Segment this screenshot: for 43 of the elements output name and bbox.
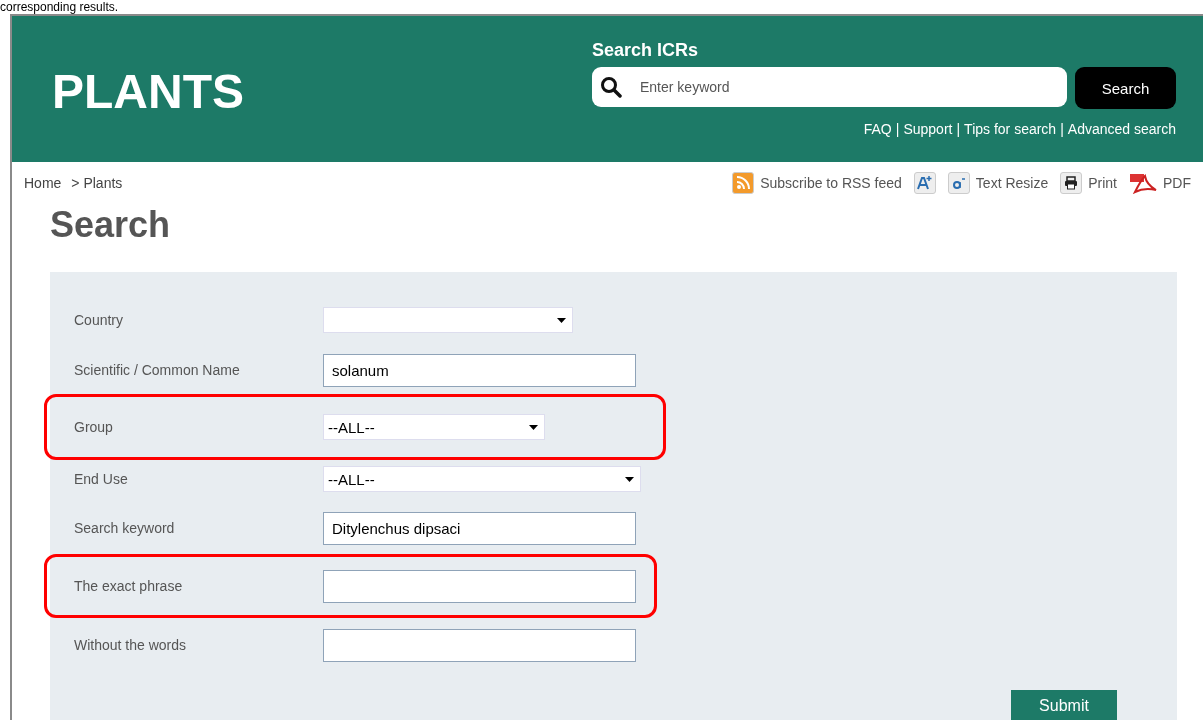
page-title: Search: [50, 204, 172, 246]
field-label: The exact phrase: [74, 578, 184, 594]
field-label: Country: [74, 312, 125, 328]
pdf-icon: [1129, 172, 1157, 194]
toolbar-link[interactable]: PDF: [1129, 172, 1191, 194]
breadcrumb-link[interactable]: Home: [24, 175, 62, 191]
search-button[interactable]: Search: [1075, 67, 1176, 109]
link-separator: |: [1060, 121, 1064, 137]
header-link[interactable]: Support: [903, 121, 953, 137]
dropdown[interactable]: [323, 307, 573, 333]
field-label: Group: [74, 419, 114, 435]
dropdown[interactable]: --ALL--: [323, 414, 545, 440]
input-field[interactable]: [323, 628, 636, 662]
input-field[interactable]: [323, 569, 636, 603]
toolbar-link[interactable]: Print: [1060, 172, 1117, 194]
breadcrumb-link[interactable]: > Plants: [71, 175, 123, 191]
text-shrink-icon: [947, 172, 970, 194]
input-field[interactable]: solanum: [323, 353, 636, 387]
toolbar-link[interactable]: Text Resize: [947, 172, 1049, 194]
header-link[interactable]: Advanced search: [1067, 121, 1176, 137]
link-separator: |: [956, 121, 961, 137]
dropdown[interactable]: --ALL--: [323, 466, 641, 492]
field-label: Without the words: [74, 637, 188, 653]
toolbar-link[interactable]: Subscribe to RSS feed: [732, 172, 902, 194]
header-link[interactable]: Tips for search: [964, 121, 1057, 137]
input-field[interactable]: Ditylenchus dipsaci: [323, 511, 636, 545]
link-separator: |: [895, 121, 900, 137]
search-icon: [600, 76, 622, 98]
field-label: Scientific / Common Name: [74, 362, 241, 378]
site-logo: PLANTS: [52, 64, 244, 120]
submit-button[interactable]: Submit: [1011, 690, 1117, 720]
header-link[interactable]: FAQ: [863, 121, 892, 137]
caption-text: corresponding results.: [0, 0, 119, 14]
caret-icon: [557, 317, 566, 323]
search-field[interactable]: Enter keyword: [592, 67, 1067, 107]
field-label: End Use: [74, 471, 129, 487]
search-title: Search ICRs: [592, 40, 700, 61]
text-enlarge-icon[interactable]: [913, 172, 936, 194]
field-label: Search keyword: [74, 520, 176, 536]
printer-icon: [1060, 172, 1083, 194]
caret-icon: [529, 424, 538, 430]
rss-icon: [732, 172, 755, 194]
caret-icon: [625, 476, 634, 482]
